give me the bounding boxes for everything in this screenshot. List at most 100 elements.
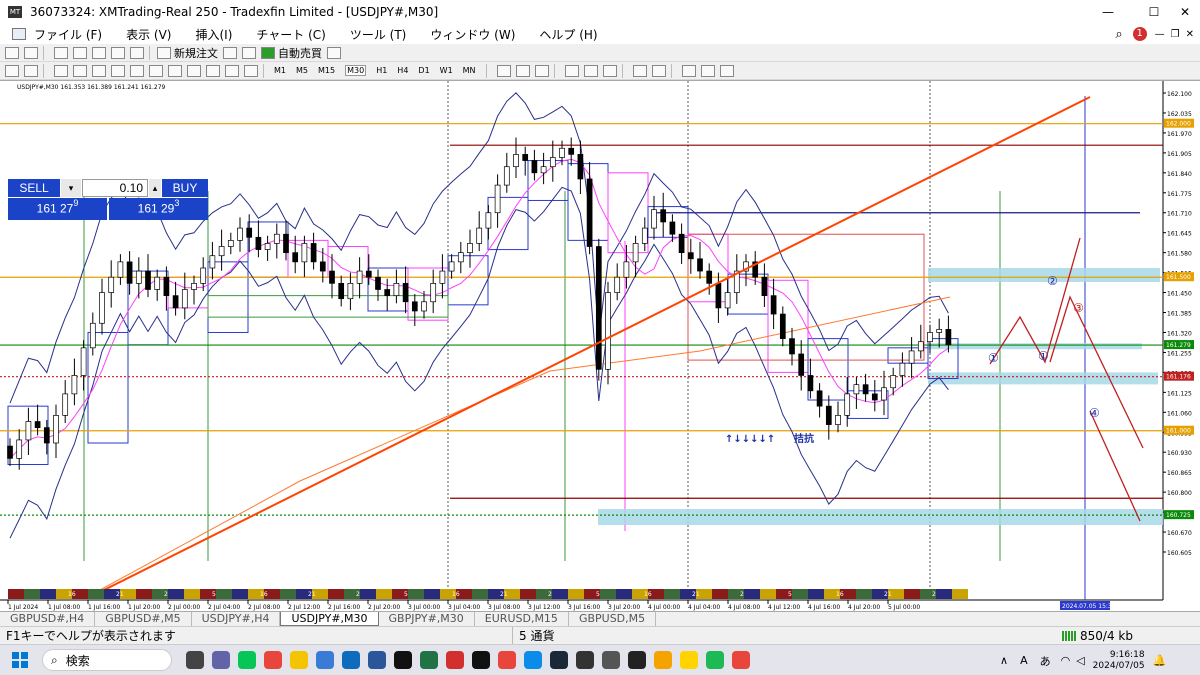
terminal-icon[interactable] [111,46,125,59]
chatgpt-icon[interactable] [472,651,490,669]
tray-chevron-icon[interactable]: ∧ [1000,654,1008,667]
vertical-line-icon[interactable] [54,64,68,77]
chart-area[interactable]: 162.100 162.035 161.970 161.905 161.840 161.7… [0,80,1200,611]
teams-icon[interactable] [212,651,230,669]
chart-shift-icon[interactable] [651,64,666,77]
child-restore-button[interactable]: ❐ [1171,29,1180,40]
trend-line-icon[interactable] [92,64,106,77]
app-icon[interactable] [576,651,594,669]
lot-up-icon[interactable]: ▴ [149,179,161,197]
zoom-in-icon[interactable] [564,64,579,77]
word-icon[interactable] [368,651,386,669]
tab-gbpusd-h4[interactable]: GBPUSD#,H4 [0,612,96,626]
child-minimize-button[interactable]: — [1155,29,1165,40]
tab-gbpusd-m5-2[interactable]: GBPUSD,M5 [569,612,657,626]
child-close-button[interactable]: ✕ [1186,29,1194,40]
candle-chart-icon[interactable] [515,64,530,77]
auto-scroll-icon[interactable] [632,64,647,77]
fx-icon[interactable] [446,651,464,669]
sell-price[interactable]: 161 279 [8,198,107,220]
edge-icon[interactable] [524,651,542,669]
cursor-icon[interactable] [5,64,19,77]
tf-w1[interactable]: W1 [440,66,453,75]
sell-button[interactable]: SELL [8,179,60,197]
horizontal-line-icon[interactable] [73,64,87,77]
menu-chart[interactable]: チャート (C) [256,26,325,43]
spotify-icon[interactable] [706,651,724,669]
menu-tools[interactable]: ツール (T) [350,26,407,43]
menu-window[interactable]: ウィンドウ (W) [430,26,515,43]
mail-icon[interactable] [342,651,360,669]
tab-eurusd-m15[interactable]: EURUSD,M15 [475,612,569,626]
search-icon[interactable]: ⌕ [1115,27,1122,42]
buy-price[interactable]: 161 293 [109,198,208,220]
excel-icon[interactable] [420,651,438,669]
tf-m1[interactable]: M1 [274,66,286,75]
bar-chart-icon[interactable] [496,64,511,77]
wifi-icon[interactable]: ◠ [1061,654,1071,667]
notification-bell-icon[interactable]: 🔔 [1153,654,1167,667]
data-window-icon[interactable] [73,46,87,59]
ime-mode-icon[interactable]: あ [1040,653,1051,669]
tile-windows-icon[interactable] [602,64,617,77]
menu-file[interactable]: ファイル (F) [34,26,102,43]
tf-h4[interactable]: H4 [397,66,408,75]
minimize-button[interactable]: — [1085,0,1131,24]
tf-mn[interactable]: MN [463,66,476,75]
fibonacci-icon[interactable] [130,64,144,77]
history-icon[interactable] [327,46,341,59]
rectangle-icon[interactable] [168,64,182,77]
indicators-icon[interactable] [681,64,696,77]
channel-icon[interactable] [111,64,125,77]
line-icon[interactable] [238,651,256,669]
steam-icon[interactable] [550,651,568,669]
xm-icon[interactable] [394,651,412,669]
buy-button[interactable]: BUY [162,179,208,197]
navigator-icon[interactable] [92,46,106,59]
metaeditor-icon[interactable] [223,46,237,59]
tf-m5[interactable]: M5 [296,66,308,75]
chrome-icon[interactable] [264,651,282,669]
menu-insert[interactable]: 挿入(I) [195,26,232,43]
new-chart-icon[interactable] [5,46,19,59]
tf-m15[interactable]: M15 [318,66,335,75]
task-view-icon[interactable] [186,651,204,669]
chrome-icon[interactable] [732,651,750,669]
chrome-icon[interactable] [498,651,516,669]
new-order-button[interactable]: 新規注文 [174,45,218,61]
tester-icon[interactable] [130,46,144,59]
photos-icon[interactable] [316,651,334,669]
tf-m30[interactable]: M30 [345,65,367,76]
ellipse-icon[interactable] [187,64,201,77]
taskbar-search[interactable]: ⌕ 検索 [42,649,172,671]
tab-usdjpy-m30[interactable]: USDJPY#,M30 [280,612,379,626]
price-chart[interactable]: 162.100 162.035 161.970 161.905 161.840 161.7… [0,81,1200,612]
tab-gbpusd-m5[interactable]: GBPUSD#,M5 [95,612,192,626]
close-button[interactable]: ✕ [1162,0,1200,24]
label-icon[interactable] [244,64,258,77]
menu-help[interactable]: ヘルプ (H) [539,26,597,43]
profiles-icon[interactable] [24,46,38,59]
norton-icon[interactable] [290,651,308,669]
sun-icon[interactable] [654,651,672,669]
tab-gbpjpy-m30[interactable]: GBPJPY#,M30 [379,612,475,626]
zigzag-icon[interactable] [225,64,239,77]
lot-down-icon[interactable]: ▾ [61,179,81,197]
chart-window-icon[interactable] [12,28,26,40]
lightning-icon[interactable] [628,651,646,669]
options-icon[interactable] [242,46,256,59]
market-watch-icon[interactable] [54,46,68,59]
clock[interactable]: 9:16:18 2024/07/05 [1093,650,1145,672]
menu-view[interactable]: 表示 (V) [126,26,171,43]
zoom-out-icon[interactable] [583,64,598,77]
ime-indicator[interactable]: A [1020,654,1028,667]
periods-icon[interactable] [700,64,715,77]
volume-icon[interactable]: ◁ [1076,654,1084,667]
tf-h1[interactable]: H1 [376,66,387,75]
windows-start-icon[interactable] [12,652,28,668]
pencil-icon[interactable] [206,64,220,77]
text-icon[interactable] [149,64,163,77]
tf-d1[interactable]: D1 [418,66,429,75]
line-chart-icon[interactable] [534,64,549,77]
alert-badge[interactable]: 1 [1132,27,1147,41]
